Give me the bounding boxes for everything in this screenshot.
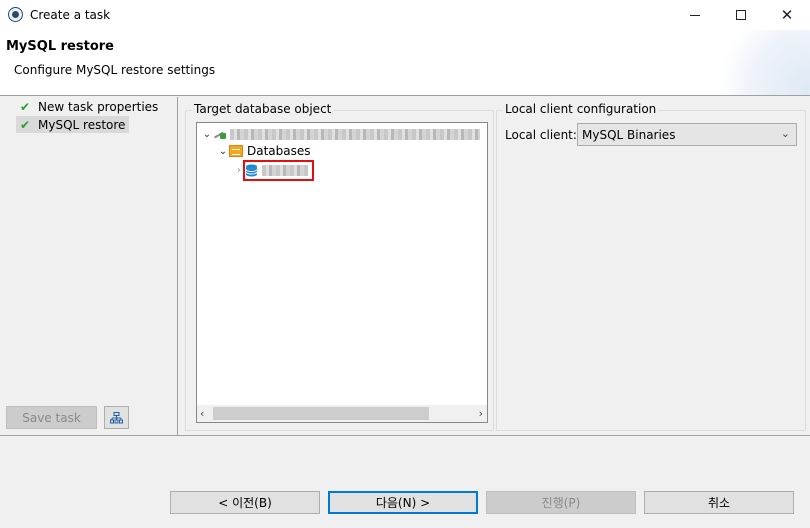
scroll-right-icon[interactable]: › xyxy=(479,407,483,420)
save-task-button[interactable]: Save task xyxy=(6,406,97,429)
local-client-select[interactable]: MySQL Binaries ⌄ xyxy=(577,123,797,146)
selection-highlight-box xyxy=(243,160,314,181)
page-description: Configure MySQL restore settings xyxy=(14,63,216,77)
minimize-button[interactable] xyxy=(672,0,718,30)
nav-item-label: MySQL restore xyxy=(38,117,126,132)
app-icon xyxy=(8,7,23,22)
local-group-title: Local client configuration xyxy=(503,102,659,116)
local-client-value: MySQL Binaries xyxy=(582,127,676,142)
nav-item-new-task-properties[interactable]: ✔ New task properties xyxy=(16,98,162,115)
local-client-label: Local client: xyxy=(505,128,577,142)
close-button[interactable]: ✕ xyxy=(764,0,810,30)
footer-divider xyxy=(0,435,810,436)
tree-node-connection[interactable]: ⌄ xyxy=(201,125,480,143)
wizard-header: MySQL restore Configure MySQL restore se… xyxy=(0,30,810,96)
connection-icon xyxy=(213,128,227,140)
chevron-down-icon[interactable]: ⌄ xyxy=(201,129,213,140)
next-button[interactable]: 다음(N) > xyxy=(328,491,478,514)
target-group-title: Target database object xyxy=(192,102,334,116)
wizard-nav-panel xyxy=(0,97,178,435)
minimize-icon xyxy=(690,14,700,16)
back-button[interactable]: < 이전(B) xyxy=(170,491,320,514)
tree-horizontal-scrollbar[interactable]: ‹ › xyxy=(197,405,487,422)
nav-item-label: New task properties xyxy=(38,99,159,114)
folder-icon xyxy=(229,145,243,157)
scroll-left-icon[interactable]: ‹ xyxy=(200,407,204,420)
title-bar: Create a task ✕ xyxy=(0,0,810,30)
scrollbar-thumb[interactable] xyxy=(213,407,429,420)
local-client-group: Local client configuration xyxy=(496,102,806,431)
maximize-icon xyxy=(736,10,746,20)
proceed-button[interactable]: 진행(P) xyxy=(486,491,636,514)
nav-item-mysql-restore[interactable]: ✔ MySQL restore xyxy=(16,116,130,133)
sitemap-icon xyxy=(110,411,123,423)
target-database-tree[interactable]: ⌄ ⌄ Databases › xyxy=(196,122,488,423)
maximize-button[interactable] xyxy=(718,0,764,30)
cancel-button[interactable]: 취소 xyxy=(644,491,794,514)
chevron-down-icon[interactable]: ⌄ xyxy=(217,146,229,157)
sitemap-button[interactable] xyxy=(104,406,129,429)
close-icon: ✕ xyxy=(780,6,794,24)
chevron-down-icon: ⌄ xyxy=(780,127,790,140)
tree-node-databases[interactable]: ⌄ Databases xyxy=(217,142,311,160)
connection-name-redacted xyxy=(230,128,480,140)
check-icon: ✔ xyxy=(19,117,31,132)
page-title: MySQL restore xyxy=(6,39,114,54)
databases-label: Databases xyxy=(247,144,311,158)
check-icon: ✔ xyxy=(19,99,31,114)
header-decoration xyxy=(710,30,810,95)
window-title: Create a task xyxy=(30,8,111,22)
